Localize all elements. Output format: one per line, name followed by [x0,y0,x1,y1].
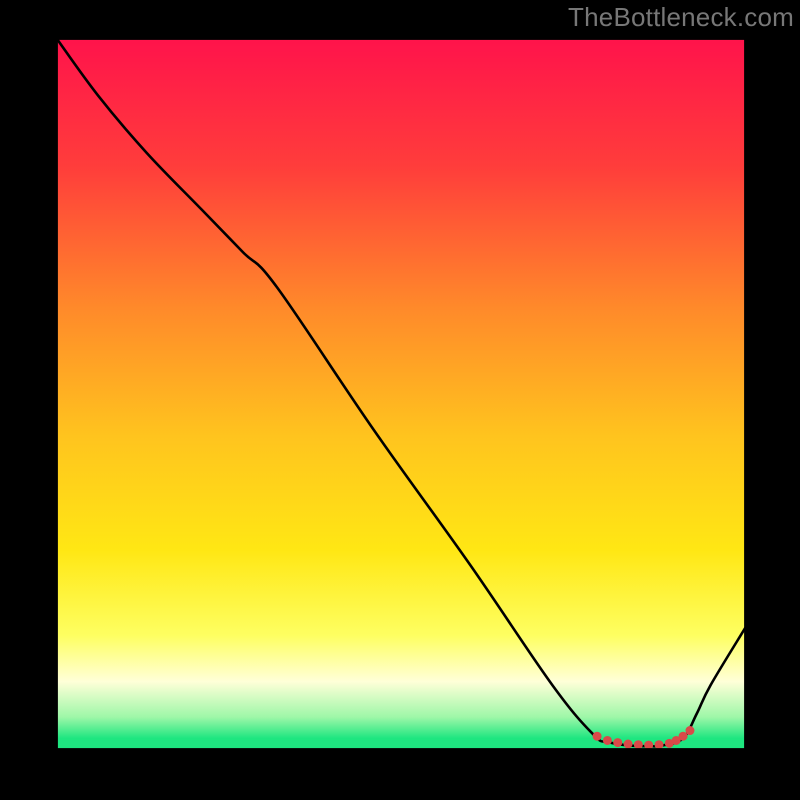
data-marker [655,740,664,749]
data-marker [685,726,694,735]
watermark-label: TheBottleneck.com [568,2,794,33]
data-marker [613,738,622,747]
data-marker [593,732,602,741]
plot-background [57,39,745,749]
data-marker [679,732,688,741]
data-marker [603,736,612,745]
chart-svg [0,0,800,800]
data-marker [624,740,633,749]
data-marker [634,740,643,749]
